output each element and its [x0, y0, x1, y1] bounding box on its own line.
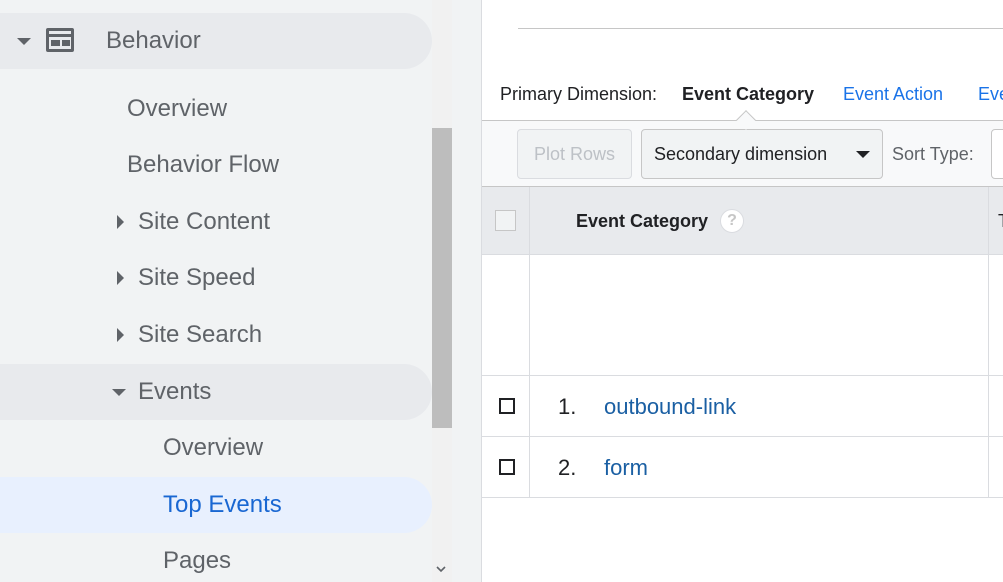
plot-rows-button[interactable]: Plot Rows	[517, 129, 632, 179]
row-index: 1.	[558, 394, 577, 419]
sidebar-item-label: Top Events	[163, 491, 282, 518]
sidebar-scrollbar[interactable]	[432, 0, 452, 582]
dropdown-arrow-icon	[856, 151, 870, 158]
caret-right-icon	[117, 271, 124, 285]
secondary-dimension-label: Secondary dimension	[654, 144, 828, 164]
table-row: 1. outbound-link	[482, 376, 1003, 437]
sidebar-item-label: Site Speed	[138, 264, 256, 291]
sidebar-item-events[interactable]: Events	[0, 364, 432, 420]
sidebar-item-site-search[interactable]: Site Search	[0, 307, 432, 363]
table-header-row: Event Category ? T	[482, 187, 1003, 255]
primary-dimension-label: Primary Dimension:	[500, 84, 658, 104]
sidebar-item-label: Overview	[127, 95, 228, 122]
sidebar-item-overview[interactable]: Overview	[0, 81, 432, 137]
event-category-link[interactable]: form	[604, 455, 648, 481]
column-header-next[interactable]: T	[998, 211, 1003, 232]
row-checkbox[interactable]	[499, 398, 515, 414]
column-header-event-category[interactable]: Event Category	[576, 211, 708, 232]
select-all-checkbox[interactable]	[495, 210, 516, 231]
dimension-option-event-label[interactable]: Eve	[978, 84, 1003, 105]
dimension-option-event-action[interactable]: Event Action	[843, 84, 943, 105]
sidebar: Behavior Overview Behavior Flow Site Con…	[0, 0, 432, 582]
primary-dimension-selected: Event Category	[682, 84, 815, 104]
caret-right-icon	[117, 215, 124, 229]
sidebar-item-events-overview[interactable]: Overview	[0, 420, 432, 476]
sidebar-item-label: Site Search	[138, 321, 263, 348]
sidebar-item-label: Site Content	[138, 208, 271, 235]
sidebar-item-site-speed[interactable]: Site Speed	[0, 250, 432, 306]
row-index: 2.	[558, 455, 577, 480]
sidebar-item-label: Overview	[163, 434, 264, 461]
caret-right-icon	[117, 328, 124, 342]
sort-type-label: Sort Type:	[892, 144, 974, 164]
divider	[518, 28, 1003, 29]
sidebar-item-top-events[interactable]: Top Events	[0, 477, 432, 533]
sidebar-item-behavior[interactable]: Behavior	[0, 13, 432, 69]
help-icon[interactable]: ?	[720, 209, 744, 233]
sort-type-select[interactable]	[991, 129, 1003, 179]
report-panel: Primary Dimension: Event Category Event …	[482, 0, 1003, 582]
event-category-link[interactable]: outbound-link	[604, 394, 736, 420]
chevron-down-icon[interactable]	[436, 564, 446, 574]
table-row: 2. form	[482, 437, 1003, 498]
secondary-dimension-select[interactable]: Secondary dimension	[641, 129, 883, 179]
panel-divider	[452, 0, 482, 582]
table-summary-row	[482, 255, 1003, 376]
primary-dimension-bar: Primary Dimension: Event Category Event …	[482, 82, 1003, 110]
sidebar-item-label: Events	[138, 378, 212, 405]
sidebar-item-behavior-flow[interactable]: Behavior Flow	[0, 137, 432, 193]
sidebar-item-label: Pages	[163, 547, 232, 574]
sidebar-item-site-content[interactable]: Site Content	[0, 194, 432, 250]
table-toolbar: Plot Rows Secondary dimension Sort Type:	[482, 120, 1003, 187]
behavior-icon	[46, 28, 74, 52]
sidebar-item-pages[interactable]: Pages	[0, 533, 432, 582]
caret-down-icon	[17, 38, 31, 45]
caret-down-icon	[112, 389, 126, 396]
sidebar-item-label: Behavior Flow	[127, 151, 280, 178]
sidebar-item-label: Behavior	[106, 27, 201, 54]
row-checkbox[interactable]	[499, 459, 515, 475]
scrollbar-thumb[interactable]	[432, 128, 452, 428]
